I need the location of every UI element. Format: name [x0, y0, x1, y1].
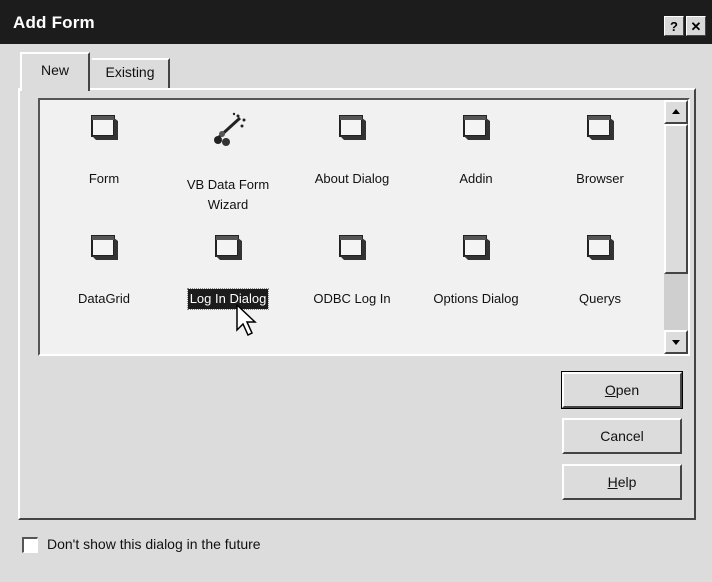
help-rest: elp [617, 474, 637, 490]
tab-new[interactable]: New [20, 52, 90, 91]
open-mnemonic: O [604, 382, 616, 398]
dont-show-option[interactable]: Don't show this dialog in the future [22, 536, 261, 556]
form-icon [168, 232, 288, 262]
open-button[interactable]: Open [561, 371, 683, 409]
list-item[interactable]: DataGrid [44, 232, 164, 309]
list-item-partial[interactable] [168, 352, 288, 354]
mouse-pointer-icon [236, 304, 257, 337]
form-template-list[interactable]: Form VB Data Form Wizard About Dialog Addin… [38, 98, 690, 356]
list-item[interactable]: Browser [540, 112, 660, 189]
form-icon [416, 112, 536, 142]
list-item-label: VB Data Form Wizard [186, 177, 270, 212]
list-item-label: Options Dialog [433, 291, 519, 306]
cancel-button[interactable]: Cancel [562, 418, 682, 454]
list-item[interactable]: Options Dialog [416, 232, 536, 309]
tab-existing-label: Existing [105, 64, 155, 80]
form-icon [540, 232, 660, 262]
tab-existing[interactable]: Existing [92, 58, 170, 88]
dont-show-label: Don't show this dialog in the future [47, 536, 261, 552]
list-item[interactable]: VB Data Form Wizard [168, 112, 288, 215]
list-item-partial[interactable] [44, 352, 164, 354]
list-item-label: Browser [576, 171, 624, 186]
form-icon [44, 352, 164, 354]
close-button[interactable]: ✕ [686, 16, 706, 36]
arrow-down-icon [672, 340, 680, 345]
list-item-label: Form [88, 171, 120, 186]
form-icon [292, 112, 412, 142]
wizard-icon [168, 112, 288, 148]
help-button[interactable]: Help [562, 464, 682, 500]
list-item-label: Querys [579, 291, 621, 306]
scroll-up-button[interactable] [664, 100, 688, 124]
form-icon [416, 232, 536, 262]
title-bar: Add Form ? ✕ [0, 0, 712, 44]
list-item[interactable]: About Dialog [292, 112, 412, 189]
list-item[interactable]: Addin [416, 112, 536, 189]
list-item[interactable]: ODBC Log In [292, 232, 412, 309]
scroll-down-button[interactable] [664, 330, 688, 354]
list-item[interactable]: Log In Dialog [168, 232, 288, 310]
list-item-label: About Dialog [314, 171, 390, 186]
list-item-label: ODBC Log In [313, 291, 391, 306]
form-icon [168, 352, 288, 354]
form-icon [44, 232, 164, 262]
tab-new-label: New [40, 62, 69, 78]
list-item-label: DataGrid [77, 291, 131, 306]
scroll-thumb[interactable] [664, 124, 688, 274]
form-icon [44, 112, 164, 142]
arrow-up-icon [672, 109, 680, 114]
form-icon [292, 232, 412, 262]
window-title: Add Form [13, 13, 95, 32]
vertical-scrollbar[interactable] [664, 100, 688, 354]
list-item-label: Addin [459, 171, 493, 186]
dont-show-checkbox[interactable] [22, 537, 38, 554]
form-icon [540, 112, 660, 142]
icon-grid: Form VB Data Form Wizard About Dialog Addin… [40, 100, 664, 354]
help-title-button[interactable]: ? [664, 16, 684, 36]
list-item[interactable]: Form [44, 112, 164, 189]
help-mnemonic: H [607, 474, 618, 490]
open-rest: pen [615, 382, 640, 398]
list-item[interactable]: Querys [540, 232, 660, 309]
